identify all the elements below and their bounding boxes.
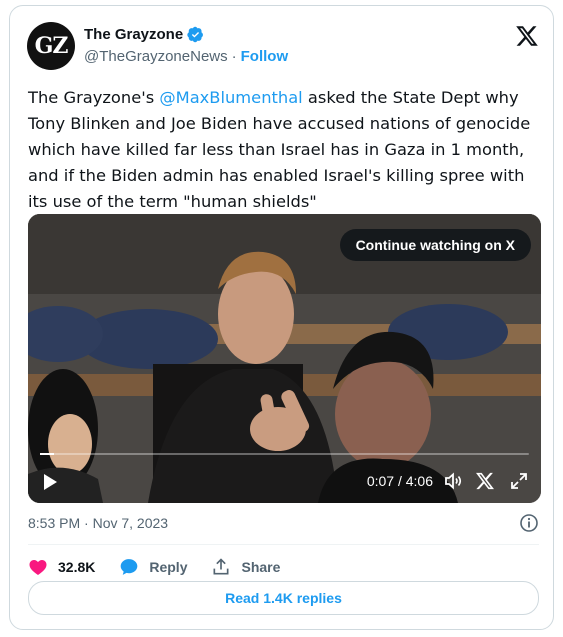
like-count: 32.8K [58,559,96,575]
reply-bubble-icon [121,559,138,575]
avatar[interactable]: GZ [27,22,75,70]
video-timecode: 0:07 / 4:06 [366,473,433,489]
reply-label: Reply [149,559,188,575]
info-icon[interactable] [519,513,539,533]
video-progress-bar[interactable] [40,453,529,455]
video-progress-fill [40,453,54,455]
heart-icon [29,560,47,575]
author-handle-row: @TheGrayzoneNews · Follow [84,48,288,65]
share-icon [213,558,229,575]
x-brand-icon[interactable] [475,471,495,491]
author-name[interactable]: The Grayzone [84,26,183,43]
tweet-timestamp[interactable]: 8:53 PM · Nov 7, 2023 [28,515,168,531]
action-bar: 32.8K Reply Share [28,554,304,580]
video-player[interactable]: Continue watching on X 0:07 / 4:06 [28,214,541,503]
avatar-initials: GZ [34,33,69,59]
continue-watching-button[interactable]: Continue watching on X [339,229,531,261]
play-icon[interactable] [40,472,60,492]
mention-link[interactable]: @MaxBlumenthal [159,88,302,107]
x-logo-icon[interactable] [515,24,539,48]
author-name-row: The Grayzone [84,26,204,43]
volume-icon[interactable] [443,471,463,491]
divider [28,544,539,545]
fullscreen-icon[interactable] [509,471,529,491]
share-button[interactable]: Share [211,557,280,577]
verified-badge-icon [187,26,204,43]
tweet-text-before: The Grayzone's [28,88,160,107]
separator-dot: · [231,48,237,65]
tweet-card: GZ The Grayzone @TheGrayzoneNews · Follo… [9,5,554,630]
like-button[interactable]: 32.8K [28,557,95,577]
read-replies-button[interactable]: Read 1.4K replies [28,581,539,615]
reply-button[interactable]: Reply [119,557,187,577]
follow-button[interactable]: Follow [241,48,289,65]
author-handle[interactable]: @TheGrayzoneNews [84,48,228,65]
share-label: Share [241,559,281,575]
tweet-text: The Grayzone's @MaxBlumenthal asked the … [28,85,540,215]
